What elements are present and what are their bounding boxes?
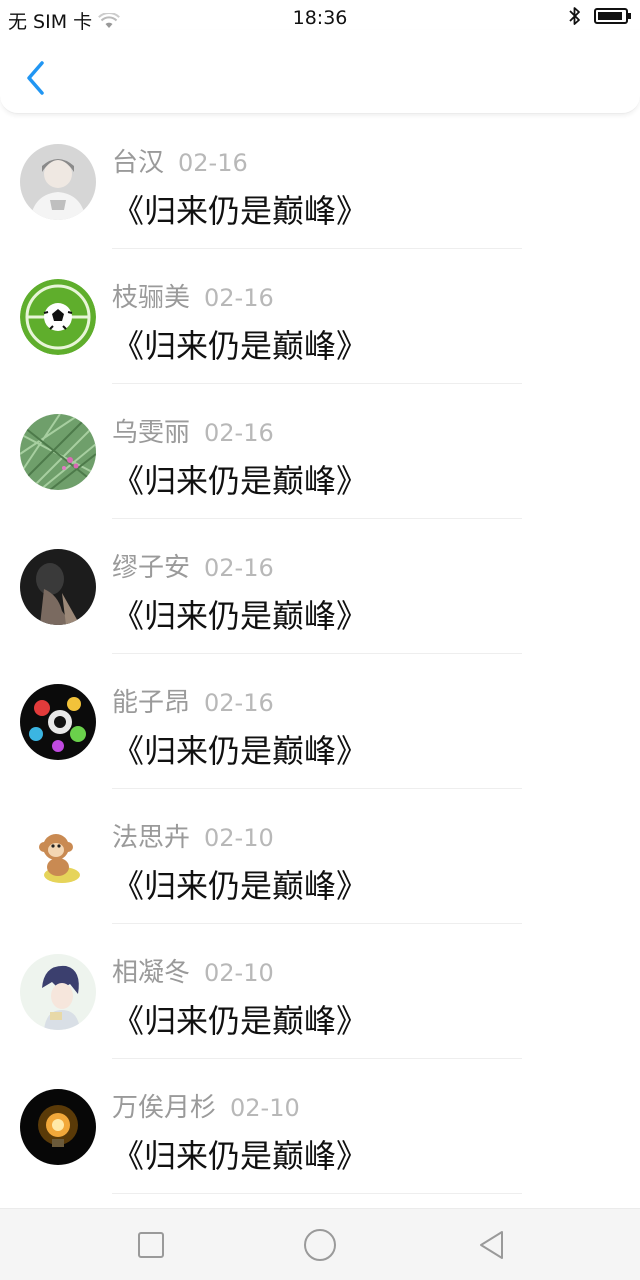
message-text: 《归来仍是巅峰》 — [112, 867, 369, 905]
avatar[interactable] — [20, 144, 96, 220]
message-date: 02-10 — [230, 1094, 300, 1122]
message-date: 02-16 — [204, 689, 274, 717]
battery-icon — [594, 8, 631, 24]
list-item[interactable]: 能子昂 02-16 《归来仍是巅峰》 — [0, 654, 640, 789]
avatar[interactable] — [20, 414, 96, 490]
sender-line: 相凝冬 02-10 — [112, 952, 274, 989]
list-item[interactable]: 相凝冬 02-10 《归来仍是巅峰》 — [0, 924, 640, 1059]
avatar[interactable] — [20, 684, 96, 760]
sender-line: 缪子安 02-16 — [112, 547, 274, 584]
message-date: 02-16 — [204, 419, 274, 447]
divider — [112, 1193, 522, 1194]
header — [0, 30, 640, 114]
sender-name: 万俟月杉 — [112, 1093, 217, 1123]
message-date: 02-10 — [204, 959, 274, 987]
system-back-button[interactable] — [474, 1227, 510, 1263]
message-text: 《归来仍是巅峰》 — [112, 1137, 369, 1175]
bluetooth-icon — [569, 7, 580, 25]
sender-name: 相凝冬 — [112, 958, 191, 988]
list-item[interactable]: 缪子安 02-16 《归来仍是巅峰》 — [0, 519, 640, 654]
avatar-colorful-splash-icon — [20, 684, 96, 760]
sender-name: 枝骊美 — [112, 283, 191, 313]
screen: 无 SIM 卡 18:36 台汉 02-16 《归来仍是巅峰》 枝骊美 02-1… — [0, 0, 640, 1280]
avatar-plants-icon — [20, 414, 96, 490]
sender-name: 能子昂 — [112, 688, 191, 718]
avatar[interactable] — [20, 1089, 96, 1165]
avatar[interactable] — [20, 954, 96, 1030]
sender-line: 法思卉 02-10 — [112, 817, 274, 854]
triangle-back-icon — [480, 1231, 503, 1259]
avatar-photo-girl-icon — [20, 144, 96, 220]
list-item[interactable]: 法思卉 02-10 《归来仍是巅峰》 — [0, 789, 640, 924]
message-text: 《归来仍是巅峰》 — [112, 732, 369, 770]
sender-line: 台汉 02-16 — [112, 142, 248, 179]
status-icons — [568, 6, 632, 26]
message-text: 《归来仍是巅峰》 — [112, 327, 369, 365]
avatar[interactable] — [20, 549, 96, 625]
avatar[interactable] — [20, 819, 96, 895]
avatar[interactable] — [20, 279, 96, 355]
back-button[interactable] — [18, 58, 52, 98]
message-text: 《归来仍是巅峰》 — [112, 597, 369, 635]
chevron-left-icon — [27, 61, 44, 95]
message-list: 台汉 02-16 《归来仍是巅峰》 枝骊美 02-16 《归来仍是巅峰》 乌雯丽… — [0, 114, 640, 1194]
message-date: 02-16 — [204, 554, 274, 582]
sender-name: 台汉 — [112, 148, 165, 178]
message-text: 《归来仍是巅峰》 — [112, 462, 369, 500]
avatar-light-bulb-icon — [20, 1089, 96, 1165]
message-text: 《归来仍是巅峰》 — [112, 1002, 369, 1040]
square-icon — [138, 1232, 164, 1258]
sender-name: 法思卉 — [112, 823, 191, 853]
sender-name: 乌雯丽 — [112, 418, 191, 448]
system-nav-bar — [0, 1208, 640, 1280]
sender-line: 枝骊美 02-16 — [112, 277, 274, 314]
list-item[interactable]: 万俟月杉 02-10 《归来仍是巅峰》 — [0, 1059, 640, 1194]
message-date: 02-10 — [204, 824, 274, 852]
avatar-cartoon-monkey-icon — [20, 819, 96, 895]
avatar-dark-portrait-icon — [20, 549, 96, 625]
recent-apps-button[interactable] — [133, 1227, 169, 1263]
sender-line: 能子昂 02-16 — [112, 682, 274, 719]
list-item[interactable]: 台汉 02-16 《归来仍是巅峰》 — [0, 114, 640, 249]
list-item[interactable]: 枝骊美 02-16 《归来仍是巅峰》 — [0, 249, 640, 384]
message-date: 02-16 — [178, 149, 248, 177]
message-date: 02-16 — [204, 284, 274, 312]
list-item[interactable]: 乌雯丽 02-16 《归来仍是巅峰》 — [0, 384, 640, 519]
sender-name: 缪子安 — [112, 553, 191, 583]
avatar-soccer-ball-icon — [20, 279, 96, 355]
sender-line: 乌雯丽 02-16 — [112, 412, 274, 449]
circle-icon — [304, 1229, 336, 1261]
clock: 18:36 — [292, 7, 348, 29]
message-text: 《归来仍是巅峰》 — [112, 192, 369, 230]
home-button[interactable] — [302, 1227, 338, 1263]
avatar-anime-character-icon — [20, 954, 96, 1030]
sender-line: 万俟月杉 02-10 — [112, 1087, 300, 1124]
